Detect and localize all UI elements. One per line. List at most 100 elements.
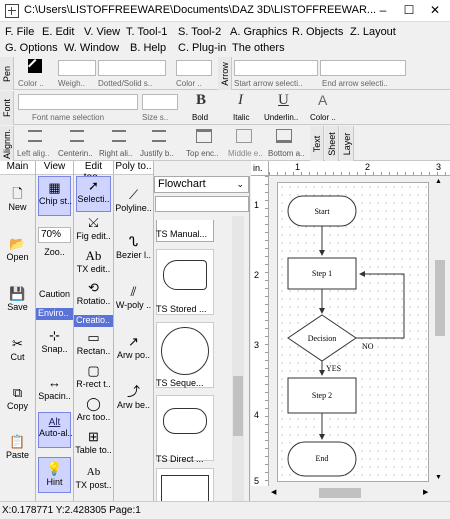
snap-icon: ⊹ [49,328,60,343]
canvas-vertical-scrollbar[interactable]: ▲ ▼ [433,176,447,486]
w-poly-button[interactable]: ⫽ W-poly .. [114,285,153,311]
menu-layout[interactable]: Z. Layout [350,26,396,38]
arrow-toolbar-label: Arrow [218,57,232,90]
scroll-up-arrow-icon[interactable]: ▲ [435,178,442,185]
font-name-field[interactable] [18,94,138,110]
bottom-align-icon[interactable] [276,129,292,143]
menu-view[interactable]: V. View [84,26,120,38]
minimize-button[interactable]: – [370,0,396,22]
caution-button[interactable]: Caution [36,289,73,299]
dotted-solid-field[interactable] [98,60,166,76]
underline-icon[interactable]: U [278,92,289,109]
new-button[interactable]: 🗋 New [0,187,35,213]
no-label: NO [362,342,374,351]
menu-plugin[interactable]: C. Plug-in [178,42,226,54]
bezier-button[interactable]: ᔐ Bezier l.. [114,235,153,261]
menu-the-others[interactable]: The others [232,42,285,54]
library-search-field[interactable] [155,196,249,212]
chip-label: Chip st.. [39,196,73,206]
drawing-page[interactable]: Start Step 1 Decision NO YES Step 2 End [277,182,429,482]
fill-color-field[interactable] [176,60,212,76]
scroll-down-arrow-icon[interactable]: ▼ [435,474,442,481]
arrow-bezier-button[interactable]: ⤴ Arw be.. [114,385,153,411]
select-tool-button[interactable]: ➚ Selecti.. [76,176,111,212]
scroll-right-arrow-icon[interactable]: ▶ [423,488,428,496]
shape-library-panel: Flowchart ⌄ TS Manual... TS Stored ... T… [154,176,250,502]
shape-next-tile[interactable] [156,468,214,502]
poly-column-header[interactable]: Poly to.. [114,161,153,175]
rotation-button[interactable]: ⟲ Rotatio.. [74,281,113,307]
top-enclose-icon[interactable] [196,129,212,143]
menu-objects[interactable]: R. Objects [292,26,343,38]
menu-window[interactable]: W. Window [64,42,119,54]
start-arrow-field[interactable] [234,60,318,76]
view-column-header[interactable]: View [36,161,73,175]
align-right-icon[interactable] [112,130,126,142]
rectangle-tool-button[interactable]: ▭ Rectan.. [74,330,113,357]
maximize-button[interactable]: ☐ [396,0,422,22]
canvas-horizontal-thumb[interactable] [319,488,361,498]
library-selector[interactable]: Flowchart ⌄ [154,176,249,193]
table-tool-button[interactable]: ⊞ Table to.. [74,430,113,456]
cut-button[interactable]: ✂ Cut [0,336,35,363]
snap-button[interactable]: ⊹ Snap.. [36,328,73,355]
menu-file[interactable]: F. File [5,26,34,38]
spacing-button[interactable]: ↔ Spacin.. [36,376,73,402]
save-button[interactable]: 💾 Save [0,287,35,313]
scroll-left-arrow-icon[interactable]: ◀ [271,488,276,496]
zoom-field[interactable]: 70% [38,227,71,243]
menu-options[interactable]: G. Options [5,42,58,54]
connector-no-loop[interactable] [356,271,405,339]
menu-graphics[interactable]: A. Graphics [230,26,287,38]
arrow-polyline-button[interactable]: ↗ Arw po.. [114,335,153,361]
close-button[interactable]: ✕ [422,0,448,22]
canvas-vertical-thumb[interactable] [435,260,445,336]
tab-text[interactable]: Text [310,126,324,161]
font-name-label: Font name selection [32,113,105,122]
middle-enclose-icon[interactable] [236,129,252,143]
creation-section-header: Creatio.. [74,315,113,327]
edit-column-header[interactable]: Edit too.. [74,161,113,183]
stored-data-shape [163,260,207,290]
menu-help[interactable]: B. Help [130,42,166,54]
main-column-header[interactable]: Main [0,161,35,175]
canvas-horizontal-scrollbar[interactable]: ◀ ▶ [269,486,433,500]
rectangle-icon: ▭ [87,330,100,345]
fig-edit-button[interactable]: ⤩ Fig edit.. [74,216,113,242]
menu-edit[interactable]: E. Edit [42,26,74,38]
font-size-field[interactable] [142,94,178,110]
auto-align-label: Auto-al.. [39,428,73,438]
menu-tool2[interactable]: S. Tool-2 [178,26,221,38]
justify-icon[interactable] [152,130,166,142]
paste-button[interactable]: 📋 Paste [0,435,35,461]
left-ruler-tick-1: 1 [254,200,260,210]
tx-post-button[interactable]: Ab TX post.. [74,465,113,490]
polyline-label: Polyline.. [115,203,152,213]
next-shape-outline [161,475,209,502]
align-left-icon[interactable] [28,130,42,142]
bold-icon[interactable]: B [196,92,206,109]
font-color-icon[interactable]: A [318,92,327,108]
shape-ts-direct-tile[interactable] [156,395,214,461]
copy-button[interactable]: ⧉ Copy [0,386,35,412]
italic-label: Italic [233,113,250,122]
open-button[interactable]: 📂 Open [0,237,35,263]
panel-scrollbar[interactable] [232,216,244,501]
arc-tool-button[interactable]: ◯ Arc too.. [74,397,113,423]
tx-edit-button[interactable]: Ab TX edit.. [74,249,113,275]
polyline-button[interactable]: ⟋ Polyline.. [114,188,153,214]
scissors-icon: ✂ [12,336,23,351]
end-arrow-field[interactable] [320,60,406,76]
pen-weight-field[interactable] [58,60,96,76]
tab-layer[interactable]: Layer [340,126,354,161]
align-center-icon[interactable] [70,130,84,142]
tab-sheet[interactable]: Sheet [325,126,339,161]
menu-tool1[interactable]: T. Tool-1 [126,26,167,38]
italic-icon[interactable]: I [238,92,243,109]
end-arrow-label: End arrow selecti.. [322,79,388,88]
chip-style-button[interactable]: ▦ Chip st.. [38,176,73,216]
rounded-rect-tool-button[interactable]: ▢ R-rect t.. [74,364,113,390]
hint-button[interactable]: 💡 Hint [38,457,71,493]
panel-scroll-thumb[interactable] [233,376,243,436]
auto-align-button[interactable]: Alt Auto-al.. [38,412,73,448]
